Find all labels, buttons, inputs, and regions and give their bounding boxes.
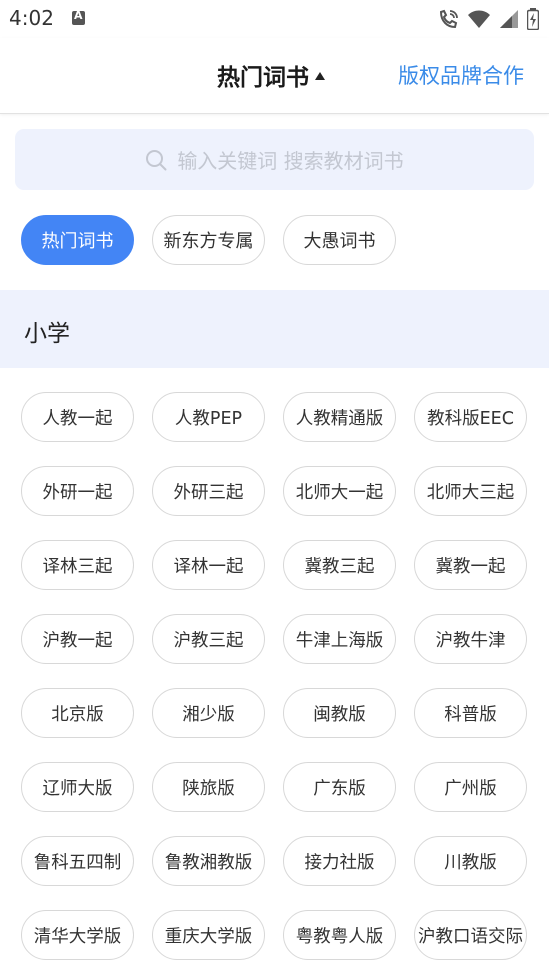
tab-hot-books[interactable]: 热门词书	[21, 215, 134, 265]
book-chip[interactable]: 译林三起	[21, 540, 134, 590]
category-tabs: 热门词书 新东方专属 大愚词书	[21, 215, 396, 265]
status-time: 4:02	[9, 6, 54, 30]
book-chip[interactable]: 粤教粤人版	[283, 910, 396, 960]
book-chip[interactable]: 广东版	[283, 762, 396, 812]
tab-dayu-books[interactable]: 大愚词书	[283, 215, 396, 265]
call-wifi-icon	[439, 9, 458, 29]
book-chip[interactable]: 沪教一起	[21, 614, 134, 664]
search-placeholder: 输入关键词 搜索教材词书	[177, 149, 404, 173]
book-chip[interactable]: 冀教三起	[283, 540, 396, 590]
book-chip[interactable]: 清华大学版	[21, 910, 134, 960]
top-header: 热门词书 版权品牌合作	[0, 38, 549, 114]
section-title: 小学	[24, 321, 70, 347]
book-chip[interactable]: 人教一起	[21, 392, 134, 442]
book-chip[interactable]: 北京版	[21, 688, 134, 738]
book-chip[interactable]: 鲁教湘教版	[152, 836, 265, 886]
title-dropdown[interactable]: 热门词书	[217, 58, 325, 92]
book-chip[interactable]: 北师大三起	[414, 466, 527, 516]
book-chip[interactable]: 沪教口语交际	[414, 910, 527, 960]
book-chip[interactable]: 人教PEP	[152, 392, 265, 442]
book-chip[interactable]: 沪教三起	[152, 614, 265, 664]
section-header: 小学	[0, 290, 549, 368]
book-chip[interactable]: 辽师大版	[21, 762, 134, 812]
book-chip[interactable]: 教科版EEC	[414, 392, 527, 442]
book-chip[interactable]: 广州版	[414, 762, 527, 812]
book-chip[interactable]: 接力社版	[283, 836, 396, 886]
book-chip[interactable]: 外研一起	[21, 466, 134, 516]
status-bar: 4:02	[0, 0, 549, 38]
caret-up-icon	[315, 72, 325, 80]
signal-icon	[500, 10, 518, 28]
book-chip[interactable]: 人教精通版	[283, 392, 396, 442]
battery-icon	[527, 8, 539, 30]
status-icons	[437, 8, 539, 30]
book-chip[interactable]: 陕旅版	[152, 762, 265, 812]
book-chip[interactable]: 川教版	[414, 836, 527, 886]
wifi-icon	[468, 10, 490, 28]
copyright-partner-link[interactable]: 版权品牌合作	[398, 60, 524, 90]
book-chip[interactable]: 重庆大学版	[152, 910, 265, 960]
page-title: 热门词书	[217, 65, 309, 91]
search-input[interactable]: 输入关键词 搜索教材词书	[15, 129, 534, 190]
book-chip[interactable]: 外研三起	[152, 466, 265, 516]
book-chip[interactable]: 冀教一起	[414, 540, 527, 590]
book-chip[interactable]: 科普版	[414, 688, 527, 738]
book-chip[interactable]: 译林一起	[152, 540, 265, 590]
book-grid: 人教一起 人教PEP 人教精通版 教科版EEC 外研一起 外研三起 北师大一起 …	[21, 392, 529, 960]
book-chip[interactable]: 北师大一起	[283, 466, 396, 516]
book-chip[interactable]: 牛津上海版	[283, 614, 396, 664]
book-chip[interactable]: 鲁科五四制	[21, 836, 134, 886]
book-chip[interactable]: 湘少版	[152, 688, 265, 738]
book-chip[interactable]: 闽教版	[283, 688, 396, 738]
notification-a-icon	[72, 9, 85, 25]
tab-new-oriental[interactable]: 新东方专属	[152, 215, 265, 265]
search-icon	[146, 149, 167, 170]
book-chip[interactable]: 沪教牛津	[414, 614, 527, 664]
